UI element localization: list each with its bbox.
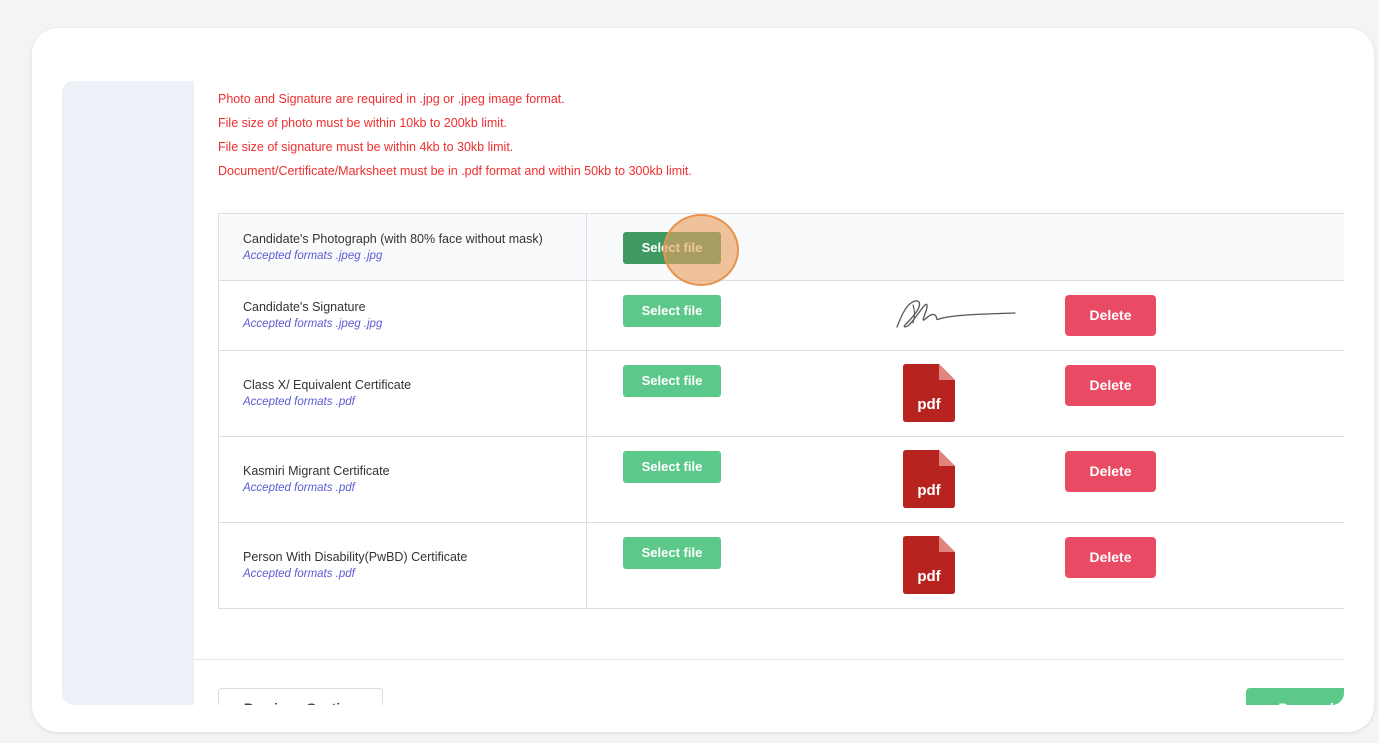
- document-label-cell: Candidate's Signature Accepted formats .…: [219, 281, 587, 350]
- instruction-note: File size of photo must be within 10kb t…: [218, 116, 508, 130]
- footer-divider: [194, 659, 1344, 660]
- instruction-note: Document/Certificate/Marksheet must be i…: [218, 164, 692, 178]
- proceed-button[interactable]: Proceed: [1246, 688, 1344, 705]
- select-file-button[interactable]: Select file: [623, 295, 721, 327]
- document-label-cell: Candidate's Photograph (with 80% face wi…: [219, 214, 587, 280]
- accepted-formats: Accepted formats .pdf: [243, 568, 355, 580]
- table-row: Person With Disability(PwBD) Certificate…: [219, 523, 1344, 609]
- document-upload-table: Candidate's Photograph (with 80% face wi…: [218, 213, 1344, 609]
- select-file-button[interactable]: Select file: [623, 451, 721, 483]
- document-title: Candidate's Photograph (with 80% face wi…: [243, 231, 543, 246]
- accepted-formats: Accepted formats .pdf: [243, 482, 355, 494]
- pdf-icon[interactable]: pdf: [903, 536, 955, 594]
- select-file-button[interactable]: Select file: [623, 365, 721, 397]
- outer-card: Photo and Signature are required in .jpg…: [32, 28, 1374, 732]
- document-title: Kasmiri Migrant Certificate: [243, 464, 390, 478]
- document-label-cell: Class X/ Equivalent Certificate Accepted…: [219, 351, 587, 436]
- delete-button[interactable]: Delete: [1065, 451, 1156, 492]
- table-row: Class X/ Equivalent Certificate Accepted…: [219, 351, 1344, 437]
- upload-instructions: Photo and Signature are required in .jpg…: [218, 87, 692, 183]
- pdf-label: pdf: [917, 482, 941, 499]
- delete-button[interactable]: Delete: [1065, 365, 1156, 406]
- document-title: Candidate's Signature: [243, 300, 366, 314]
- select-file-button[interactable]: Select file: [623, 537, 721, 569]
- signature-image: [891, 295, 1031, 335]
- table-row: Candidate's Photograph (with 80% face wi…: [219, 214, 1344, 286]
- document-label-cell: Person With Disability(PwBD) Certificate…: [219, 523, 587, 608]
- delete-button[interactable]: Delete: [1065, 537, 1156, 578]
- document-actions-cell: Select file: [587, 214, 1344, 286]
- document-title: Person With Disability(PwBD) Certificate: [243, 550, 468, 564]
- accepted-formats: Accepted formats .jpeg .jpg: [243, 318, 383, 330]
- document-title: Class X/ Equivalent Certificate: [243, 378, 412, 392]
- instruction-note: Photo and Signature are required in .jpg…: [218, 92, 565, 106]
- pdf-label: pdf: [917, 396, 941, 413]
- select-file-button[interactable]: Select file: [623, 232, 721, 264]
- document-actions-cell: Select file pdf Delete: [587, 351, 1344, 436]
- document-actions-cell: Select file pdf Delete: [587, 523, 1344, 608]
- pdf-icon[interactable]: pdf: [903, 450, 955, 508]
- table-row: Candidate's Signature Accepted formats .…: [219, 281, 1344, 351]
- instruction-note: File size of signature must be within 4k…: [218, 140, 514, 154]
- accepted-formats: Accepted formats .jpeg .jpg: [243, 249, 383, 262]
- app-frame: Photo and Signature are required in .jpg…: [62, 81, 1344, 705]
- document-actions-cell: Select file pdf Delete: [587, 437, 1344, 522]
- pdf-icon[interactable]: pdf: [903, 364, 955, 422]
- document-actions-cell: Select file Delete: [587, 281, 1344, 350]
- accepted-formats: Accepted formats .pdf: [243, 396, 355, 408]
- pdf-label: pdf: [917, 568, 941, 585]
- previous-section-button[interactable]: Previous Section: [218, 688, 383, 705]
- document-label-cell: Kasmiri Migrant Certificate Accepted for…: [219, 437, 587, 522]
- table-row: Kasmiri Migrant Certificate Accepted for…: [219, 437, 1344, 523]
- delete-button[interactable]: Delete: [1065, 295, 1156, 336]
- upload-section: Photo and Signature are required in .jpg…: [194, 81, 1344, 705]
